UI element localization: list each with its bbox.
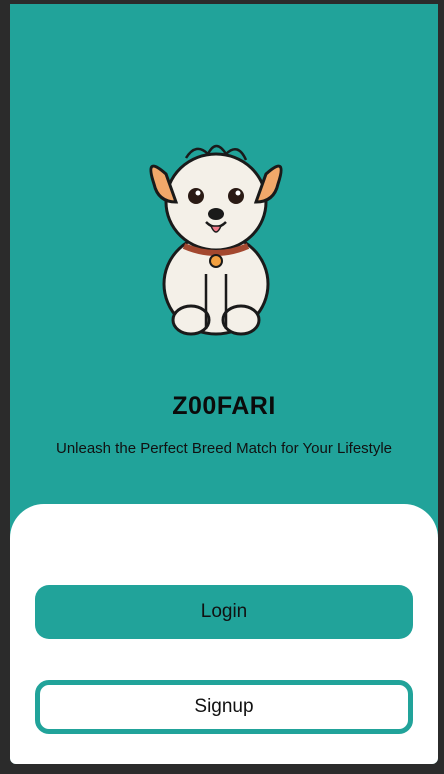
app-name: Z00FARI <box>172 392 276 420</box>
app-tagline: Unleash the Perfect Breed Match for Your… <box>55 440 393 457</box>
puppy-illustration <box>149 144 283 336</box>
signup-button[interactable]: Signup <box>35 680 413 734</box>
login-button[interactable]: Login <box>35 585 413 639</box>
hero-section: Z00FARI Unleash the Perfect Breed Match … <box>10 4 438 524</box>
app-screen: Z00FARI Unleash the Perfect Breed Match … <box>10 4 438 764</box>
